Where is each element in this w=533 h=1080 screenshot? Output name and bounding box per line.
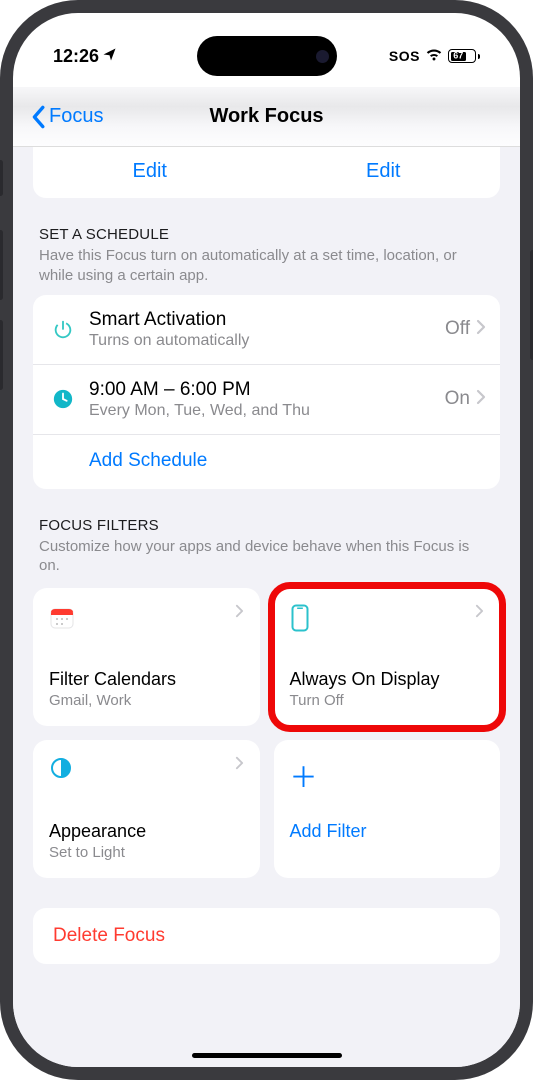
always-on-display-sub: Turn Off bbox=[290, 692, 485, 709]
appearance-title: Appearance bbox=[49, 821, 244, 842]
top-card: Edit Edit bbox=[33, 147, 500, 198]
chevron-right-icon bbox=[476, 319, 486, 340]
phone-shell: 12:26 SOS 67 Focus Work Focus Edit bbox=[0, 0, 533, 1080]
filter-calendars-tile[interactable]: Filter Calendars Gmail, Work bbox=[33, 588, 260, 726]
chevron-right-icon bbox=[475, 604, 484, 623]
status-bar: 12:26 SOS 67 bbox=[13, 41, 520, 71]
clock-icon bbox=[47, 388, 79, 410]
status-time: 12:26 bbox=[53, 46, 99, 67]
filters-desc: Customize how your apps and device behav… bbox=[39, 537, 494, 576]
silent-switch bbox=[0, 160, 3, 196]
smart-activation-value: Off bbox=[445, 318, 470, 340]
battery-indicator: 67 bbox=[448, 49, 480, 63]
appearance-sub: Set to Light bbox=[49, 844, 244, 861]
add-schedule-button[interactable]: Add Schedule bbox=[33, 435, 500, 489]
battery-percent: 67 bbox=[453, 51, 463, 61]
filters-title: Focus Filters bbox=[39, 517, 494, 534]
smart-activation-sub: Turns on automatically bbox=[89, 332, 445, 350]
schedule-title: Set a Schedule bbox=[39, 226, 494, 243]
phone-icon bbox=[290, 604, 310, 637]
wifi-icon bbox=[425, 46, 443, 67]
chevron-right-icon bbox=[235, 756, 244, 775]
chevron-right-icon bbox=[235, 604, 244, 623]
back-button[interactable]: Focus bbox=[29, 105, 103, 129]
appearance-icon bbox=[49, 756, 73, 785]
filter-tiles: Filter Calendars Gmail, Work Always On D… bbox=[33, 588, 500, 878]
time-schedule-value: On bbox=[445, 388, 470, 410]
time-schedule-sub: Every Mon, Tue, Wed, and Thu bbox=[89, 402, 445, 420]
home-indicator[interactable] bbox=[192, 1053, 342, 1058]
schedule-desc: Have this Focus turn on automatically at… bbox=[39, 246, 494, 285]
always-on-display-title: Always On Display bbox=[290, 669, 485, 690]
location-icon bbox=[102, 46, 117, 67]
volume-up-button bbox=[0, 230, 3, 300]
content-area: Edit Edit Set a Schedule Have this Focus… bbox=[13, 147, 520, 1067]
delete-focus-row[interactable]: Delete Focus bbox=[33, 908, 500, 964]
power-icon bbox=[47, 318, 79, 340]
nav-header: Focus Work Focus bbox=[13, 87, 520, 147]
time-schedule-title: 9:00 AM – 6:00 PM bbox=[89, 379, 445, 401]
calendar-icon bbox=[49, 604, 75, 635]
delete-focus-label: Delete Focus bbox=[53, 925, 480, 947]
time-schedule-row[interactable]: 9:00 AM – 6:00 PM Every Mon, Tue, Wed, a… bbox=[33, 365, 500, 435]
smart-activation-title: Smart Activation bbox=[89, 309, 445, 331]
schedule-list: Smart Activation Turns on automatically … bbox=[33, 295, 500, 489]
chevron-right-icon bbox=[476, 389, 486, 410]
volume-down-button bbox=[0, 320, 3, 390]
phone-screen: 12:26 SOS 67 Focus Work Focus Edit bbox=[13, 13, 520, 1067]
back-label: Focus bbox=[49, 105, 103, 128]
edit-button-right[interactable]: Edit bbox=[267, 160, 501, 183]
add-filter-tile[interactable]: ＋ Add Filter bbox=[274, 740, 501, 878]
always-on-display-tile[interactable]: Always On Display Turn Off bbox=[274, 588, 501, 726]
sos-indicator: SOS bbox=[389, 48, 420, 64]
add-filter-label: Add Filter bbox=[290, 821, 485, 842]
filters-header: Focus Filters Customize how your apps an… bbox=[39, 517, 494, 576]
page-title: Work Focus bbox=[209, 105, 323, 128]
smart-activation-row[interactable]: Smart Activation Turns on automatically … bbox=[33, 295, 500, 365]
filter-calendars-sub: Gmail, Work bbox=[49, 692, 244, 709]
filter-calendars-title: Filter Calendars bbox=[49, 669, 244, 690]
chevron-left-icon bbox=[29, 105, 47, 129]
schedule-header: Set a Schedule Have this Focus turn on a… bbox=[39, 226, 494, 285]
plus-icon: ＋ bbox=[290, 756, 318, 796]
edit-button-left[interactable]: Edit bbox=[33, 160, 267, 183]
appearance-tile[interactable]: Appearance Set to Light bbox=[33, 740, 260, 878]
